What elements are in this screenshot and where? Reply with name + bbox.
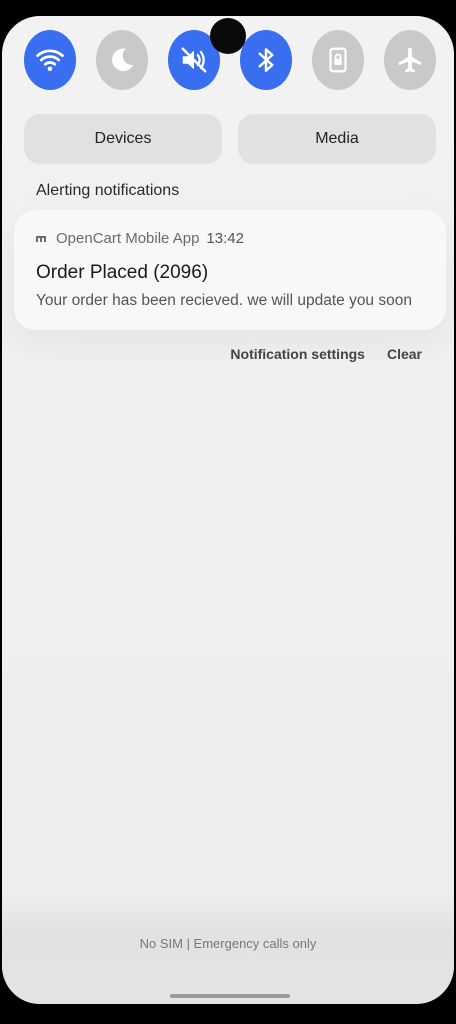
notification-time: 13:42 [206, 230, 244, 247]
notification-actions: Notification settings Clear [230, 346, 422, 362]
moon-icon [112, 48, 134, 71]
media-button[interactable]: Media [238, 114, 436, 164]
rotation-lock-toggle[interactable] [312, 30, 364, 90]
mute-icon [181, 47, 207, 73]
lock-icon [329, 47, 347, 73]
notification-app-name: OpenCart Mobile App [56, 230, 200, 247]
carrier-status: No SIM | Emergency calls only [139, 936, 317, 951]
devices-button[interactable]: Devices [24, 114, 222, 164]
notification-settings-button[interactable]: Notification settings [230, 346, 365, 362]
device-media-row: Devices Media [24, 114, 436, 164]
app-icon [36, 234, 46, 244]
camera-cutout [210, 18, 246, 54]
notification-body: Your order has been recieved. we will up… [36, 292, 412, 309]
clear-button[interactable]: Clear [387, 346, 422, 362]
home-indicator[interactable] [170, 994, 290, 998]
airplane-icon [398, 47, 422, 73]
notification-shade: Devices Media Alerting notifications Ope… [2, 16, 454, 1004]
wifi-toggle[interactable] [24, 30, 76, 90]
bluetooth-icon [258, 48, 274, 72]
notification-card[interactable]: OpenCart Mobile App 13:42 Order Placed (… [14, 210, 446, 330]
wifi-icon [36, 49, 64, 71]
do-not-disturb-toggle[interactable] [96, 30, 148, 90]
airplane-mode-toggle[interactable] [384, 30, 436, 90]
section-label: Alerting notifications [36, 182, 180, 199]
notification-header: OpenCart Mobile App 13:42 [36, 230, 244, 247]
notification-title: Order Placed (2096) [36, 262, 209, 283]
bluetooth-toggle[interactable] [240, 30, 292, 90]
